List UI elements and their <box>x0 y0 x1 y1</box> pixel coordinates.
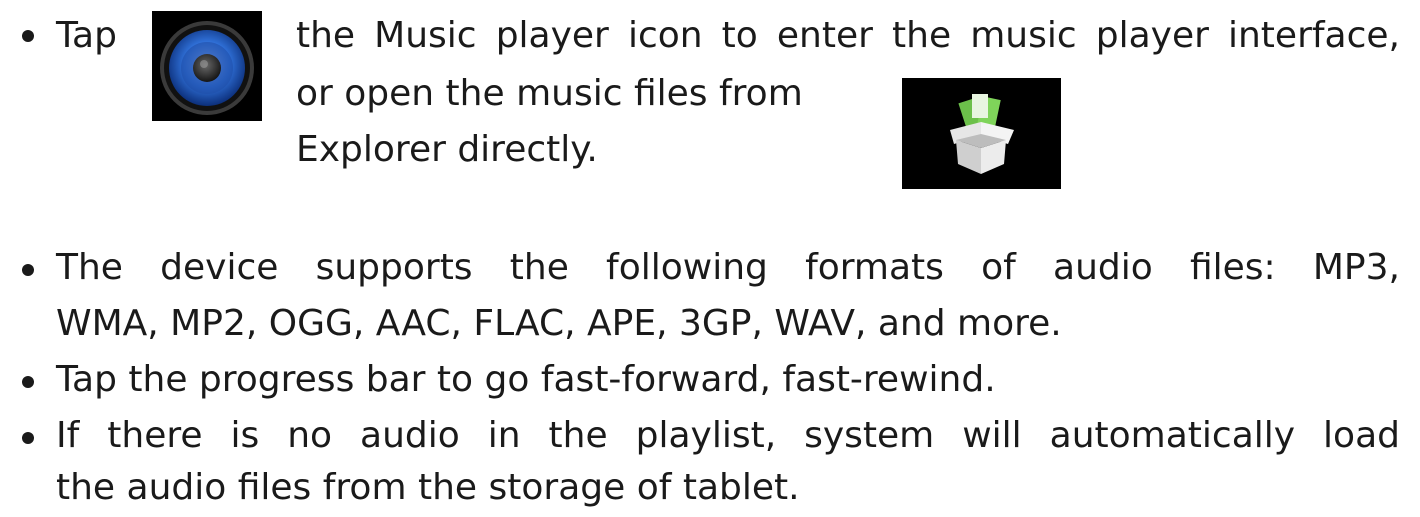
speaker-icon <box>160 21 254 115</box>
bullet-dot <box>22 30 34 42</box>
bullet-dot <box>22 432 34 444</box>
music-player-icon <box>152 11 262 121</box>
tap-lead-text: Tap <box>56 15 117 56</box>
explorer-icon <box>902 78 1061 189</box>
bullet1-line1: the Music player icon to enter the music… <box>296 15 1400 56</box>
bullet2-line1: The device supports the following format… <box>56 247 1400 288</box>
bullet1-line2: or open the music files from <box>296 73 803 114</box>
bullet-dot <box>22 376 34 388</box>
bullet4-line1: If there is no audio in the playlist, sy… <box>56 415 1400 456</box>
box-icon <box>950 94 1014 174</box>
bullet3-line1: Tap the progress bar to go fast-forward,… <box>56 359 996 400</box>
bullet2-line2: WMA, MP2, OGG, AAC, FLAC, APE, 3GP, WAV,… <box>56 303 1062 344</box>
bullet4-line2: the audio files from the storage of tabl… <box>56 467 800 508</box>
bullet1-line3: Explorer directly. <box>296 129 598 170</box>
manual-page: Tap the Music player icon to enter the m… <box>0 0 1420 517</box>
bullet-dot <box>22 264 34 276</box>
